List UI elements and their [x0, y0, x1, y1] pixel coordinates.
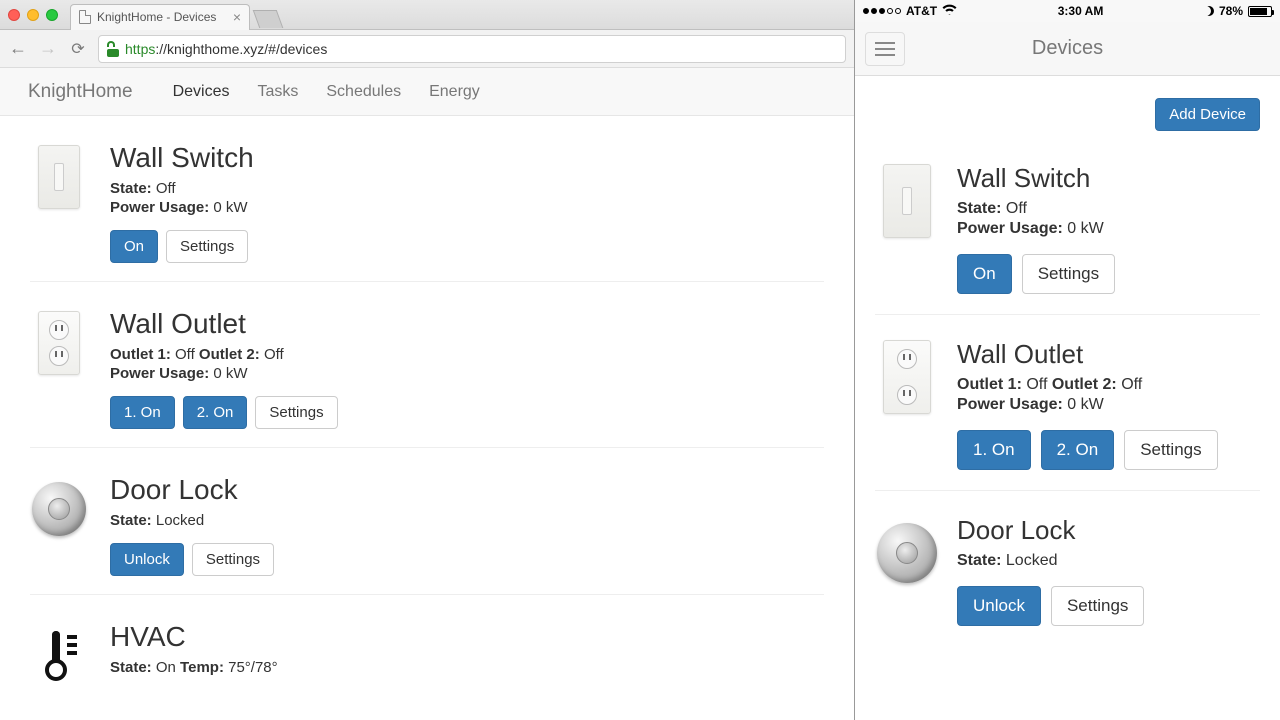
- menu-button[interactable]: [865, 32, 905, 66]
- browser-toolbar: ← → ⟳ https://knighthome.xyz/#/devices: [0, 30, 854, 68]
- settings-button[interactable]: Settings: [1124, 430, 1217, 470]
- device-title: Wall Switch: [110, 142, 254, 174]
- unlock-button[interactable]: Unlock: [957, 586, 1041, 626]
- unlock-button[interactable]: Unlock: [110, 543, 184, 576]
- door-lock-icon: [875, 515, 939, 591]
- device-wall-outlet: Wall Outlet Outlet 1: Off Outlet 2: Off …: [30, 282, 824, 448]
- outlet1-on-button[interactable]: 1. On: [110, 396, 175, 429]
- maximize-window-icon[interactable]: [46, 9, 58, 21]
- wall-switch-icon: [30, 142, 88, 212]
- minimize-window-icon[interactable]: [27, 9, 39, 21]
- brand[interactable]: KnightHome: [28, 81, 133, 103]
- nav-devices[interactable]: Devices: [173, 83, 230, 101]
- thermometer-icon: [30, 621, 88, 691]
- device-title: HVAC: [110, 621, 278, 653]
- device-state-line: State: Off: [957, 200, 1115, 218]
- nav-schedules[interactable]: Schedules: [326, 83, 401, 101]
- page-icon: [79, 10, 91, 24]
- device-outlets-line: Outlet 1: Off Outlet 2: Off: [957, 376, 1218, 394]
- lock-icon: [107, 43, 119, 55]
- device-wall-switch: Wall Switch State: Off Power Usage: 0 kW…: [30, 116, 824, 282]
- back-button[interactable]: ←: [8, 38, 28, 59]
- status-bar: AT&T 3:30 AM 78%: [855, 0, 1280, 22]
- url-path: ://knighthome.xyz/#/devices: [155, 41, 327, 57]
- new-tab-button[interactable]: [253, 10, 284, 28]
- device-power-line: Power Usage: 0 kW: [110, 365, 338, 382]
- wall-outlet-icon: [30, 308, 88, 378]
- do-not-disturb-icon: [1204, 6, 1214, 16]
- settings-button[interactable]: Settings: [255, 396, 337, 429]
- mobile-device-list: Add Device Wall Switch State: Off Power …: [855, 76, 1280, 720]
- device-title: Wall Outlet: [110, 308, 338, 340]
- settings-button[interactable]: Settings: [192, 543, 274, 576]
- settings-button[interactable]: Settings: [166, 230, 248, 263]
- on-button[interactable]: On: [110, 230, 158, 263]
- desktop-panel: KnightHome - Devices × ← → ⟳ https://kni…: [0, 0, 855, 720]
- battery-icon: [1248, 6, 1272, 17]
- settings-button[interactable]: Settings: [1051, 586, 1144, 626]
- device-wall-switch: Wall Switch State: Off Power Usage: 0 kW…: [875, 139, 1260, 315]
- wifi-icon: [942, 4, 957, 18]
- outlet1-on-button[interactable]: 1. On: [957, 430, 1031, 470]
- device-list: Wall Switch State: Off Power Usage: 0 kW…: [0, 116, 854, 720]
- nav-energy[interactable]: Energy: [429, 83, 480, 101]
- forward-button[interactable]: →: [38, 38, 58, 59]
- device-state-line: State: On Temp: 75°/78°: [110, 659, 278, 676]
- settings-button[interactable]: Settings: [1022, 254, 1115, 294]
- close-window-icon[interactable]: [8, 9, 20, 21]
- mobile-header: Devices: [855, 22, 1280, 76]
- page-title: Devices: [1032, 37, 1103, 60]
- device-hvac: HVAC State: On Temp: 75°/78°: [30, 595, 824, 709]
- device-title: Wall Outlet: [957, 339, 1218, 370]
- device-title: Door Lock: [957, 515, 1144, 546]
- outlet2-on-button[interactable]: 2. On: [1041, 430, 1115, 470]
- browser-tab[interactable]: KnightHome - Devices ×: [70, 4, 250, 30]
- device-power-line: Power Usage: 0 kW: [957, 220, 1115, 238]
- device-state-line: State: Locked: [110, 512, 274, 529]
- outlet2-on-button[interactable]: 2. On: [183, 396, 248, 429]
- on-button[interactable]: On: [957, 254, 1012, 294]
- address-bar[interactable]: https://knighthome.xyz/#/devices: [98, 35, 846, 63]
- add-device-button[interactable]: Add Device: [1155, 98, 1260, 131]
- device-wall-outlet: Wall Outlet Outlet 1: Off Outlet 2: Off …: [875, 315, 1260, 491]
- wall-outlet-icon: [875, 339, 939, 415]
- signal-dots-icon: [863, 8, 901, 14]
- url-scheme: https: [125, 41, 155, 57]
- close-tab-icon[interactable]: ×: [233, 9, 241, 25]
- clock: 3:30 AM: [1058, 4, 1104, 18]
- device-title: Door Lock: [110, 474, 274, 506]
- carrier-label: AT&T: [906, 4, 937, 18]
- device-state-line: State: Locked: [957, 552, 1144, 570]
- device-door-lock: Door Lock State: Locked Unlock Settings: [875, 491, 1260, 646]
- battery-percent: 78%: [1219, 4, 1243, 18]
- device-power-line: Power Usage: 0 kW: [957, 396, 1218, 414]
- nav-tasks[interactable]: Tasks: [257, 83, 298, 101]
- browser-tabstrip: KnightHome - Devices ×: [0, 0, 854, 30]
- window-controls: [8, 9, 58, 21]
- app-navbar: KnightHome Devices Tasks Schedules Energ…: [0, 68, 854, 116]
- reload-button[interactable]: ⟳: [68, 39, 88, 59]
- device-outlets-line: Outlet 1: Off Outlet 2: Off: [110, 346, 338, 363]
- wall-switch-icon: [875, 163, 939, 239]
- device-title: Wall Switch: [957, 163, 1115, 194]
- device-door-lock: Door Lock State: Locked Unlock Settings: [30, 448, 824, 595]
- door-lock-icon: [30, 474, 88, 544]
- device-state-line: State: Off: [110, 180, 254, 197]
- device-power-line: Power Usage: 0 kW: [110, 199, 254, 216]
- mobile-panel: AT&T 3:30 AM 78% Devices Add Device: [855, 0, 1280, 720]
- tab-title: KnightHome - Devices: [97, 10, 216, 24]
